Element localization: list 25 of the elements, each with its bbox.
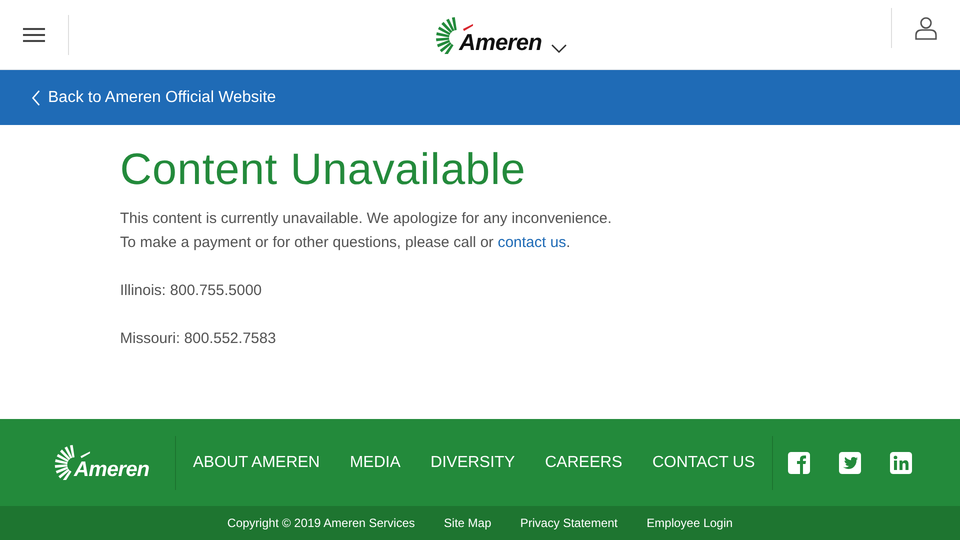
footer-link[interactable]: Employee Login — [646, 516, 733, 530]
facebook-icon[interactable] — [788, 452, 810, 474]
footer-nav-link[interactable]: ABOUT AMEREN — [193, 454, 320, 472]
twitter-icon[interactable] — [838, 452, 861, 474]
contact-link[interactable]: contact us — [498, 234, 566, 251]
logo-wordmark[interactable]: Ameren — [74, 458, 150, 482]
footer-link[interactable]: Site Map — [444, 516, 492, 530]
page-title: Content Unavailable — [120, 145, 527, 195]
back-link[interactable]: Back to Ameren Official Website — [32, 88, 276, 106]
chevron-down-icon[interactable] — [550, 44, 567, 54]
logo-wordmark[interactable]: Ameren — [459, 28, 542, 56]
footer-nav-link[interactable]: CAREERS — [544, 454, 622, 472]
menu-icon[interactable] — [23, 26, 45, 42]
linkedin-icon[interactable] — [890, 452, 912, 474]
footer-nav-link[interactable]: MEDIA — [350, 454, 401, 472]
message-text: This content is currently unavailable. We apologize for any inconvenience. — [120, 209, 613, 229]
footer-nav-link[interactable]: DIVERSITY — [430, 454, 515, 472]
phone-number: Missouri: 800.552.7583 — [120, 329, 277, 349]
phone-number: Illinois: 800.755.5000 — [120, 281, 263, 301]
message-text: To make a payment or for other questions, please call or contact us. — [120, 233, 572, 253]
footer-link[interactable]: Privacy Statement — [520, 516, 618, 530]
footer-nav-link[interactable]: CONTACT US — [652, 454, 755, 472]
chevron-left-icon[interactable] — [32, 90, 41, 106]
copyright-text: Copyright © 2019 Ameren Services — [227, 516, 415, 530]
user-icon[interactable] — [914, 16, 938, 40]
